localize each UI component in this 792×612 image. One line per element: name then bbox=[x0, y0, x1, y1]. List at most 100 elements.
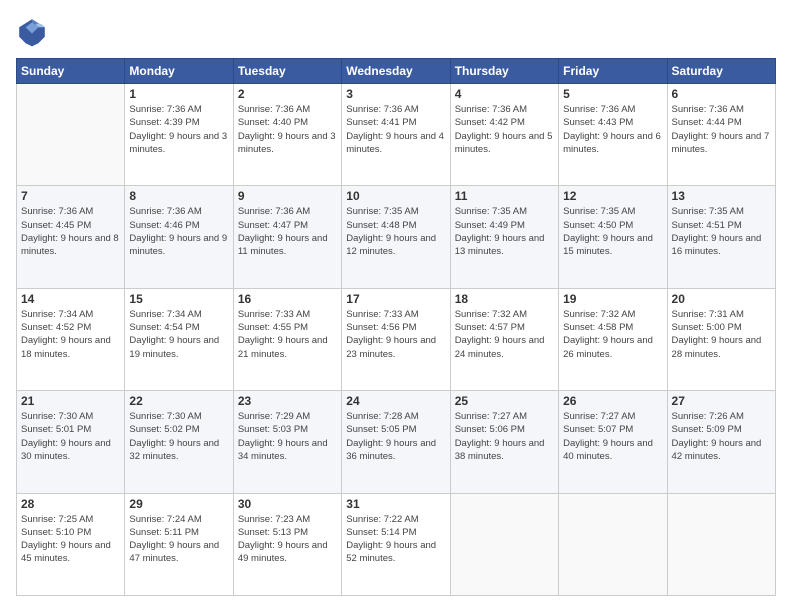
calendar-cell: 22 Sunrise: 7:30 AMSunset: 5:02 PMDaylig… bbox=[125, 391, 233, 493]
page: SundayMondayTuesdayWednesdayThursdayFrid… bbox=[0, 0, 792, 612]
column-header-tuesday: Tuesday bbox=[233, 59, 341, 84]
calendar-cell: 17 Sunrise: 7:33 AMSunset: 4:56 PMDaylig… bbox=[342, 288, 450, 390]
day-number: 27 bbox=[672, 394, 771, 408]
calendar-cell: 30 Sunrise: 7:23 AMSunset: 5:13 PMDaylig… bbox=[233, 493, 341, 595]
calendar-cell: 6 Sunrise: 7:36 AMSunset: 4:44 PMDayligh… bbox=[667, 84, 775, 186]
calendar-cell: 28 Sunrise: 7:25 AMSunset: 5:10 PMDaylig… bbox=[17, 493, 125, 595]
day-number: 17 bbox=[346, 292, 445, 306]
day-number: 5 bbox=[563, 87, 662, 101]
calendar-cell: 15 Sunrise: 7:34 AMSunset: 4:54 PMDaylig… bbox=[125, 288, 233, 390]
calendar-week-4: 21 Sunrise: 7:30 AMSunset: 5:01 PMDaylig… bbox=[17, 391, 776, 493]
day-number: 9 bbox=[238, 189, 337, 203]
day-number: 18 bbox=[455, 292, 554, 306]
day-number: 3 bbox=[346, 87, 445, 101]
day-info: Sunrise: 7:29 AMSunset: 5:03 PMDaylight:… bbox=[238, 410, 337, 463]
day-number: 13 bbox=[672, 189, 771, 203]
calendar-week-2: 7 Sunrise: 7:36 AMSunset: 4:45 PMDayligh… bbox=[17, 186, 776, 288]
column-header-sunday: Sunday bbox=[17, 59, 125, 84]
day-number: 6 bbox=[672, 87, 771, 101]
column-header-monday: Monday bbox=[125, 59, 233, 84]
calendar-cell: 29 Sunrise: 7:24 AMSunset: 5:11 PMDaylig… bbox=[125, 493, 233, 595]
day-info: Sunrise: 7:22 AMSunset: 5:14 PMDaylight:… bbox=[346, 513, 445, 566]
day-number: 31 bbox=[346, 497, 445, 511]
day-info: Sunrise: 7:35 AMSunset: 4:48 PMDaylight:… bbox=[346, 205, 445, 258]
day-info: Sunrise: 7:25 AMSunset: 5:10 PMDaylight:… bbox=[21, 513, 120, 566]
day-number: 12 bbox=[563, 189, 662, 203]
day-number: 29 bbox=[129, 497, 228, 511]
calendar-cell: 25 Sunrise: 7:27 AMSunset: 5:06 PMDaylig… bbox=[450, 391, 558, 493]
calendar-cell: 31 Sunrise: 7:22 AMSunset: 5:14 PMDaylig… bbox=[342, 493, 450, 595]
day-number: 11 bbox=[455, 189, 554, 203]
day-number: 26 bbox=[563, 394, 662, 408]
day-info: Sunrise: 7:36 AMSunset: 4:46 PMDaylight:… bbox=[129, 205, 228, 258]
day-info: Sunrise: 7:32 AMSunset: 4:57 PMDaylight:… bbox=[455, 308, 554, 361]
day-info: Sunrise: 7:30 AMSunset: 5:02 PMDaylight:… bbox=[129, 410, 228, 463]
calendar-cell: 20 Sunrise: 7:31 AMSunset: 5:00 PMDaylig… bbox=[667, 288, 775, 390]
day-number: 23 bbox=[238, 394, 337, 408]
day-info: Sunrise: 7:23 AMSunset: 5:13 PMDaylight:… bbox=[238, 513, 337, 566]
day-info: Sunrise: 7:35 AMSunset: 4:49 PMDaylight:… bbox=[455, 205, 554, 258]
column-header-wednesday: Wednesday bbox=[342, 59, 450, 84]
calendar-week-1: 1 Sunrise: 7:36 AMSunset: 4:39 PMDayligh… bbox=[17, 84, 776, 186]
calendar-cell: 26 Sunrise: 7:27 AMSunset: 5:07 PMDaylig… bbox=[559, 391, 667, 493]
day-number: 20 bbox=[672, 292, 771, 306]
day-number: 10 bbox=[346, 189, 445, 203]
calendar-cell: 3 Sunrise: 7:36 AMSunset: 4:41 PMDayligh… bbox=[342, 84, 450, 186]
day-number: 1 bbox=[129, 87, 228, 101]
calendar-cell: 24 Sunrise: 7:28 AMSunset: 5:05 PMDaylig… bbox=[342, 391, 450, 493]
day-info: Sunrise: 7:34 AMSunset: 4:52 PMDaylight:… bbox=[21, 308, 120, 361]
calendar-cell: 27 Sunrise: 7:26 AMSunset: 5:09 PMDaylig… bbox=[667, 391, 775, 493]
day-number: 21 bbox=[21, 394, 120, 408]
calendar-table: SundayMondayTuesdayWednesdayThursdayFrid… bbox=[16, 58, 776, 596]
day-info: Sunrise: 7:36 AMSunset: 4:41 PMDaylight:… bbox=[346, 103, 445, 156]
calendar-cell: 11 Sunrise: 7:35 AMSunset: 4:49 PMDaylig… bbox=[450, 186, 558, 288]
day-info: Sunrise: 7:33 AMSunset: 4:56 PMDaylight:… bbox=[346, 308, 445, 361]
day-info: Sunrise: 7:33 AMSunset: 4:55 PMDaylight:… bbox=[238, 308, 337, 361]
day-number: 30 bbox=[238, 497, 337, 511]
logo bbox=[16, 16, 52, 48]
calendar-header-row: SundayMondayTuesdayWednesdayThursdayFrid… bbox=[17, 59, 776, 84]
calendar-cell: 8 Sunrise: 7:36 AMSunset: 4:46 PMDayligh… bbox=[125, 186, 233, 288]
day-info: Sunrise: 7:27 AMSunset: 5:07 PMDaylight:… bbox=[563, 410, 662, 463]
day-number: 28 bbox=[21, 497, 120, 511]
calendar-cell: 18 Sunrise: 7:32 AMSunset: 4:57 PMDaylig… bbox=[450, 288, 558, 390]
calendar-cell: 21 Sunrise: 7:30 AMSunset: 5:01 PMDaylig… bbox=[17, 391, 125, 493]
calendar-cell: 5 Sunrise: 7:36 AMSunset: 4:43 PMDayligh… bbox=[559, 84, 667, 186]
day-info: Sunrise: 7:36 AMSunset: 4:42 PMDaylight:… bbox=[455, 103, 554, 156]
header bbox=[16, 16, 776, 48]
calendar-cell: 7 Sunrise: 7:36 AMSunset: 4:45 PMDayligh… bbox=[17, 186, 125, 288]
day-number: 16 bbox=[238, 292, 337, 306]
day-number: 4 bbox=[455, 87, 554, 101]
calendar-cell: 16 Sunrise: 7:33 AMSunset: 4:55 PMDaylig… bbox=[233, 288, 341, 390]
column-header-thursday: Thursday bbox=[450, 59, 558, 84]
calendar-week-3: 14 Sunrise: 7:34 AMSunset: 4:52 PMDaylig… bbox=[17, 288, 776, 390]
day-info: Sunrise: 7:36 AMSunset: 4:40 PMDaylight:… bbox=[238, 103, 337, 156]
day-info: Sunrise: 7:27 AMSunset: 5:06 PMDaylight:… bbox=[455, 410, 554, 463]
calendar-cell: 10 Sunrise: 7:35 AMSunset: 4:48 PMDaylig… bbox=[342, 186, 450, 288]
calendar-cell bbox=[667, 493, 775, 595]
column-header-saturday: Saturday bbox=[667, 59, 775, 84]
day-info: Sunrise: 7:24 AMSunset: 5:11 PMDaylight:… bbox=[129, 513, 228, 566]
calendar-cell: 1 Sunrise: 7:36 AMSunset: 4:39 PMDayligh… bbox=[125, 84, 233, 186]
day-number: 25 bbox=[455, 394, 554, 408]
calendar-cell bbox=[559, 493, 667, 595]
day-info: Sunrise: 7:35 AMSunset: 4:50 PMDaylight:… bbox=[563, 205, 662, 258]
calendar-cell: 14 Sunrise: 7:34 AMSunset: 4:52 PMDaylig… bbox=[17, 288, 125, 390]
day-number: 2 bbox=[238, 87, 337, 101]
column-header-friday: Friday bbox=[559, 59, 667, 84]
day-number: 22 bbox=[129, 394, 228, 408]
calendar-week-5: 28 Sunrise: 7:25 AMSunset: 5:10 PMDaylig… bbox=[17, 493, 776, 595]
day-info: Sunrise: 7:36 AMSunset: 4:45 PMDaylight:… bbox=[21, 205, 120, 258]
calendar-cell: 12 Sunrise: 7:35 AMSunset: 4:50 PMDaylig… bbox=[559, 186, 667, 288]
day-number: 7 bbox=[21, 189, 120, 203]
day-number: 8 bbox=[129, 189, 228, 203]
day-info: Sunrise: 7:36 AMSunset: 4:43 PMDaylight:… bbox=[563, 103, 662, 156]
day-info: Sunrise: 7:36 AMSunset: 4:44 PMDaylight:… bbox=[672, 103, 771, 156]
calendar-cell: 9 Sunrise: 7:36 AMSunset: 4:47 PMDayligh… bbox=[233, 186, 341, 288]
calendar-cell bbox=[450, 493, 558, 595]
day-info: Sunrise: 7:32 AMSunset: 4:58 PMDaylight:… bbox=[563, 308, 662, 361]
day-info: Sunrise: 7:36 AMSunset: 4:47 PMDaylight:… bbox=[238, 205, 337, 258]
logo-icon bbox=[16, 16, 48, 48]
day-info: Sunrise: 7:35 AMSunset: 4:51 PMDaylight:… bbox=[672, 205, 771, 258]
calendar-cell: 2 Sunrise: 7:36 AMSunset: 4:40 PMDayligh… bbox=[233, 84, 341, 186]
